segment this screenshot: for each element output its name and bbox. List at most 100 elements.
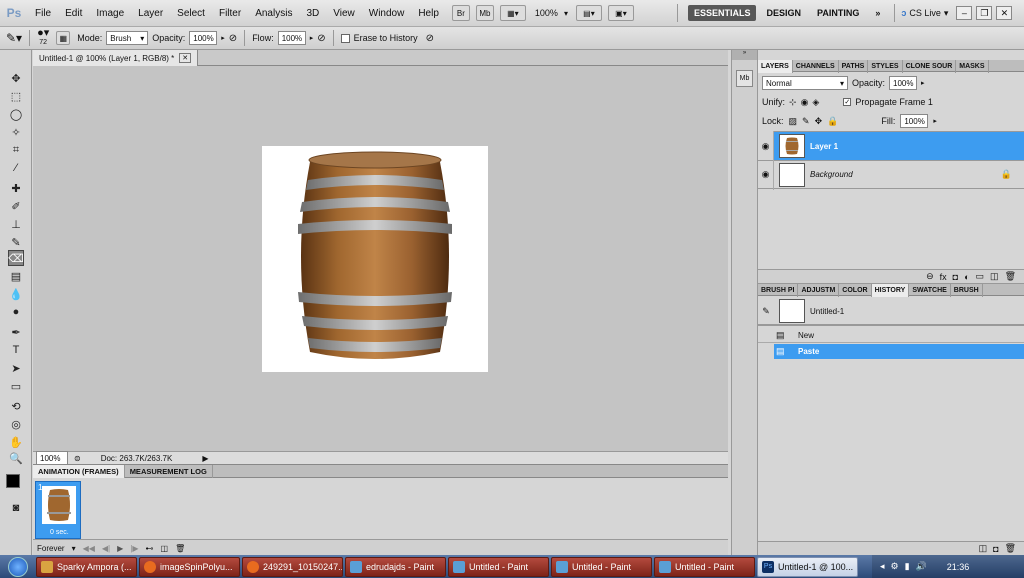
brush-preset-picker[interactable]: ●▾ 72 — [37, 28, 49, 47]
new-layer-icon[interactable]: ◫ — [990, 271, 999, 282]
layer-row-background[interactable]: ◉ Background 🔒 — [758, 159, 1024, 190]
menu-window[interactable]: Window — [362, 8, 412, 19]
link-layers-icon[interactable]: ⊖ — [926, 271, 934, 282]
pen-tool-icon[interactable]: ✒ — [8, 324, 24, 340]
lasso-tool-icon[interactable]: ◯ — [8, 106, 24, 122]
tab-history[interactable]: HISTORY — [871, 284, 910, 297]
network-icon[interactable]: ▮ — [905, 561, 910, 572]
gradient-tool-icon[interactable]: ▤ — [8, 268, 24, 284]
minimize-button[interactable]: – — [956, 6, 973, 20]
tray-expand-icon[interactable]: ◂ — [880, 561, 885, 572]
blur-tool-icon[interactable]: 💧 — [8, 286, 24, 302]
history-brush-source-icon[interactable]: ✎ — [758, 306, 774, 317]
taskbar-item[interactable]: Sparky Ampora (... — [36, 556, 137, 577]
taskbar-item[interactable]: edrudajds - Paint — [345, 556, 446, 577]
delete-layer-icon[interactable]: 🗑 — [1005, 271, 1016, 282]
menu-image[interactable]: Image — [89, 8, 131, 19]
duplicate-frame-icon[interactable]: ◫ — [161, 544, 169, 553]
tab-swatches[interactable]: SWATCHE — [909, 284, 951, 297]
taskbar-item[interactable]: 249291_10150247... — [242, 556, 343, 577]
status-menu-arrow-icon[interactable]: ▶ — [202, 454, 208, 463]
mini-bridge-panel-icon[interactable]: Mb — [736, 70, 753, 87]
zoom-tool-icon[interactable]: 🔍 — [8, 450, 24, 466]
blend-mode-select[interactable]: Normal ▾ — [762, 76, 848, 90]
shape-tool-icon[interactable]: ▭ — [8, 378, 24, 394]
menu-filter[interactable]: Filter — [212, 8, 248, 19]
path-selection-tool-icon[interactable]: ➤ — [8, 360, 24, 376]
menu-select[interactable]: Select — [170, 8, 212, 19]
lock-transparency-icon[interactable]: ▨ — [789, 116, 798, 127]
clone-stamp-tool-icon[interactable]: ⊥ — [8, 216, 24, 232]
healing-brush-tool-icon[interactable]: ✚ — [8, 180, 24, 196]
menu-layer[interactable]: Layer — [131, 8, 170, 19]
first-frame-icon[interactable]: ◀◀ — [83, 544, 95, 553]
tab-brush[interactable]: BRUSH — [951, 284, 983, 297]
workspace-more[interactable]: » — [869, 5, 886, 21]
document-tab[interactable]: Untitled-1 @ 100% (Layer 1, RGB/8) * ✕ — [33, 50, 199, 66]
lock-position-icon[interactable]: ✥ — [815, 116, 823, 127]
zoom-level-dropdown[interactable]: 100% — [535, 8, 558, 18]
lock-pixels-icon[interactable]: ✎ — [802, 116, 810, 127]
brush-tool-icon[interactable]: ✐ — [8, 198, 24, 214]
taskbar-item[interactable]: Ps Untitled-1 @ 100... — [757, 556, 858, 577]
history-state-paste[interactable]: ▤ Paste — [758, 344, 1024, 359]
history-snapshot[interactable]: ✎ Untitled-1 — [758, 298, 1024, 326]
history-state-new[interactable]: ▤ New — [758, 329, 1024, 343]
quick-mask-icon[interactable]: ◙ — [8, 500, 24, 516]
layer-opacity-input[interactable]: 100% — [889, 76, 918, 90]
tablet-pressure-size-icon[interactable]: ⊘ — [426, 33, 434, 44]
tab-styles[interactable]: STYLES — [868, 60, 903, 73]
restore-button[interactable]: ❐ — [976, 6, 993, 20]
tab-paths[interactable]: PATHS — [839, 60, 869, 73]
clock[interactable]: 21:36 — [947, 562, 970, 572]
add-mask-icon[interactable]: ◘ — [953, 272, 958, 282]
dodge-tool-icon[interactable]: ● — [8, 304, 24, 320]
layer-row-layer-1[interactable]: ◉ Layer 1 — [758, 131, 1024, 161]
3d-orbit-tool-icon[interactable]: ◎ — [8, 416, 24, 432]
workspace-design[interactable]: DESIGN — [760, 5, 807, 21]
unify-style-icon[interactable]: ◈ — [812, 97, 819, 108]
menu-edit[interactable]: Edit — [58, 8, 89, 19]
taskbar-item[interactable]: imageSpinPolyu... — [139, 556, 240, 577]
zoom-options-icon[interactable]: ⊜ — [74, 454, 81, 463]
fill-arrow-icon[interactable]: ▸ — [933, 117, 937, 125]
steam-icon[interactable]: ⚙ — [891, 561, 899, 572]
3d-rotate-tool-icon[interactable]: ⟲ — [8, 398, 24, 414]
layer-style-icon[interactable]: fx — [940, 272, 947, 282]
loop-options-select[interactable]: Forever — [37, 544, 65, 553]
tab-layers[interactable]: LAYERS — [758, 60, 793, 73]
visibility-eye-icon[interactable]: ◉ — [758, 159, 774, 190]
tablet-pressure-opacity-icon[interactable]: ⊘ — [229, 33, 237, 44]
type-tool-icon[interactable]: T — [8, 342, 24, 358]
cs-live-button[interactable]: ↄ CS Live ▾ — [901, 8, 948, 19]
menu-help[interactable]: Help — [411, 8, 446, 19]
workspace-essentials[interactable]: ESSENTIALS — [687, 5, 757, 21]
erase-to-history-checkbox[interactable] — [340, 33, 350, 43]
chevron-down-icon[interactable]: ▾ — [72, 544, 76, 553]
layer-opacity-arrow-icon[interactable]: ▸ — [921, 79, 925, 87]
screen-mode-button[interactable]: ▣▾ — [607, 5, 634, 21]
new-group-icon[interactable]: ▭ — [976, 271, 985, 282]
opacity-input[interactable]: 100% — [189, 31, 218, 45]
tab-clone-source[interactable]: CLONE SOUR — [903, 60, 957, 73]
bridge-button[interactable]: Br — [451, 5, 470, 21]
tab-animation-frames[interactable]: ANIMATION (FRAMES) — [33, 465, 125, 478]
taskbar-item[interactable]: Untitled - Paint — [448, 556, 549, 577]
propagate-frame-checkbox[interactable]: ✓ — [843, 98, 852, 106]
marquee-tool-icon[interactable]: ⬚ — [8, 88, 24, 104]
hand-tool-icon[interactable]: ✋ — [8, 434, 24, 450]
unify-visibility-icon[interactable]: ◉ — [801, 97, 809, 108]
arrange-documents-button[interactable]: ▤▾ — [575, 5, 602, 21]
menu-3d[interactable]: 3D — [299, 8, 326, 19]
previous-frame-icon[interactable]: ◀| — [102, 544, 110, 553]
view-extras-button[interactable]: ▦▾ — [499, 5, 526, 21]
taskbar-item[interactable]: Untitled - Paint — [551, 556, 652, 577]
start-button[interactable] — [0, 555, 36, 578]
airbrush-icon[interactable]: ⊘ — [317, 33, 325, 44]
history-brush-tool-icon[interactable]: ✎ — [8, 234, 24, 250]
lock-all-icon[interactable]: 🔒 — [827, 116, 838, 127]
tab-brush-presets[interactable]: BRUSH PI — [758, 284, 799, 297]
next-frame-icon[interactable]: |▶ — [130, 544, 138, 553]
tab-adjustments[interactable]: ADJUSTM — [798, 284, 840, 297]
quick-selection-tool-icon[interactable]: ✧ — [8, 124, 24, 140]
